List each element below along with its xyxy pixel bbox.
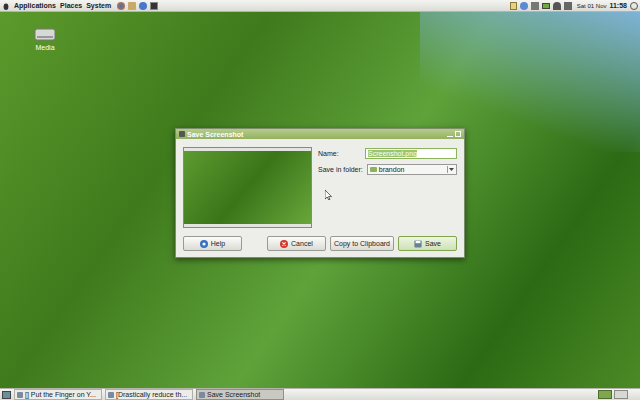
firefox-icon[interactable] (117, 2, 125, 10)
update-icon[interactable] (520, 2, 528, 10)
save-screenshot-dialog: Save Screenshot Name: Screenshot.pngSave i… (175, 128, 465, 258)
cancel-icon (280, 240, 288, 248)
window-icon (17, 392, 23, 398)
wifi-icon[interactable] (553, 2, 561, 10)
gnome-foot-icon (2, 2, 10, 10)
network-icon[interactable] (531, 2, 539, 10)
terminal-icon[interactable] (150, 2, 158, 10)
app-icon (179, 131, 185, 137)
dropdown-icon (447, 166, 454, 173)
panel-menu[interactable]: Applications (14, 2, 56, 9)
folder-icon (370, 167, 377, 172)
mail-icon[interactable] (128, 2, 136, 10)
save-icon (414, 240, 422, 248)
drive-icon (34, 26, 56, 42)
help-icon[interactable] (139, 2, 147, 10)
desktop: MediaSave ScreenshotName:Screenshot.pngS… (0, 12, 640, 388)
name-entry[interactable]: Screenshot.png (365, 148, 457, 159)
top-panel: Applications Places System Sat 01 Nov11:58 (0, 0, 640, 12)
close-icon[interactable] (455, 131, 461, 137)
notes-icon[interactable] (510, 2, 517, 10)
battery-icon[interactable] (542, 3, 550, 9)
field-label: Name: (318, 150, 339, 157)
workspace[interactable] (598, 390, 612, 399)
panel-menu[interactable]: Places (60, 2, 82, 9)
clock-time[interactable]: 11:58 (609, 2, 627, 9)
workspace[interactable] (614, 390, 628, 399)
field-label: Save in folder: (318, 166, 363, 173)
show-desktop-icon[interactable] (2, 391, 11, 399)
dialog-button[interactable]: Help (183, 236, 242, 251)
title-bar[interactable]: Save Screenshot (176, 129, 464, 139)
dialog-button[interactable]: Save (398, 236, 457, 251)
volume-icon[interactable] (564, 2, 572, 10)
panel-menu[interactable]: System (86, 2, 111, 9)
dialog-button[interactable]: Cancel (267, 236, 326, 251)
dialog-button[interactable]: Copy to Clipboard (330, 236, 394, 251)
taskbar-item[interactable]: [Drastically reduce th... (105, 389, 193, 400)
shutdown-icon[interactable] (630, 2, 638, 10)
taskbar-item[interactable]: Save Screenshot (196, 389, 284, 400)
clock-date[interactable]: Sat 01 Nov (577, 3, 607, 9)
bottom-panel: [] Put the Finger on Y...[Drastically re… (0, 388, 640, 400)
minimize-icon[interactable] (447, 131, 453, 137)
desktop-icon[interactable]: Media (30, 26, 60, 51)
window-icon (108, 392, 114, 398)
window-icon (199, 392, 205, 398)
mouse-cursor-icon (325, 190, 332, 200)
help-icon (200, 240, 208, 248)
taskbar-item[interactable]: [] Put the Finger on Y... (14, 389, 102, 400)
screenshot-preview (183, 147, 312, 228)
folder-combo[interactable]: brandon (367, 164, 457, 175)
